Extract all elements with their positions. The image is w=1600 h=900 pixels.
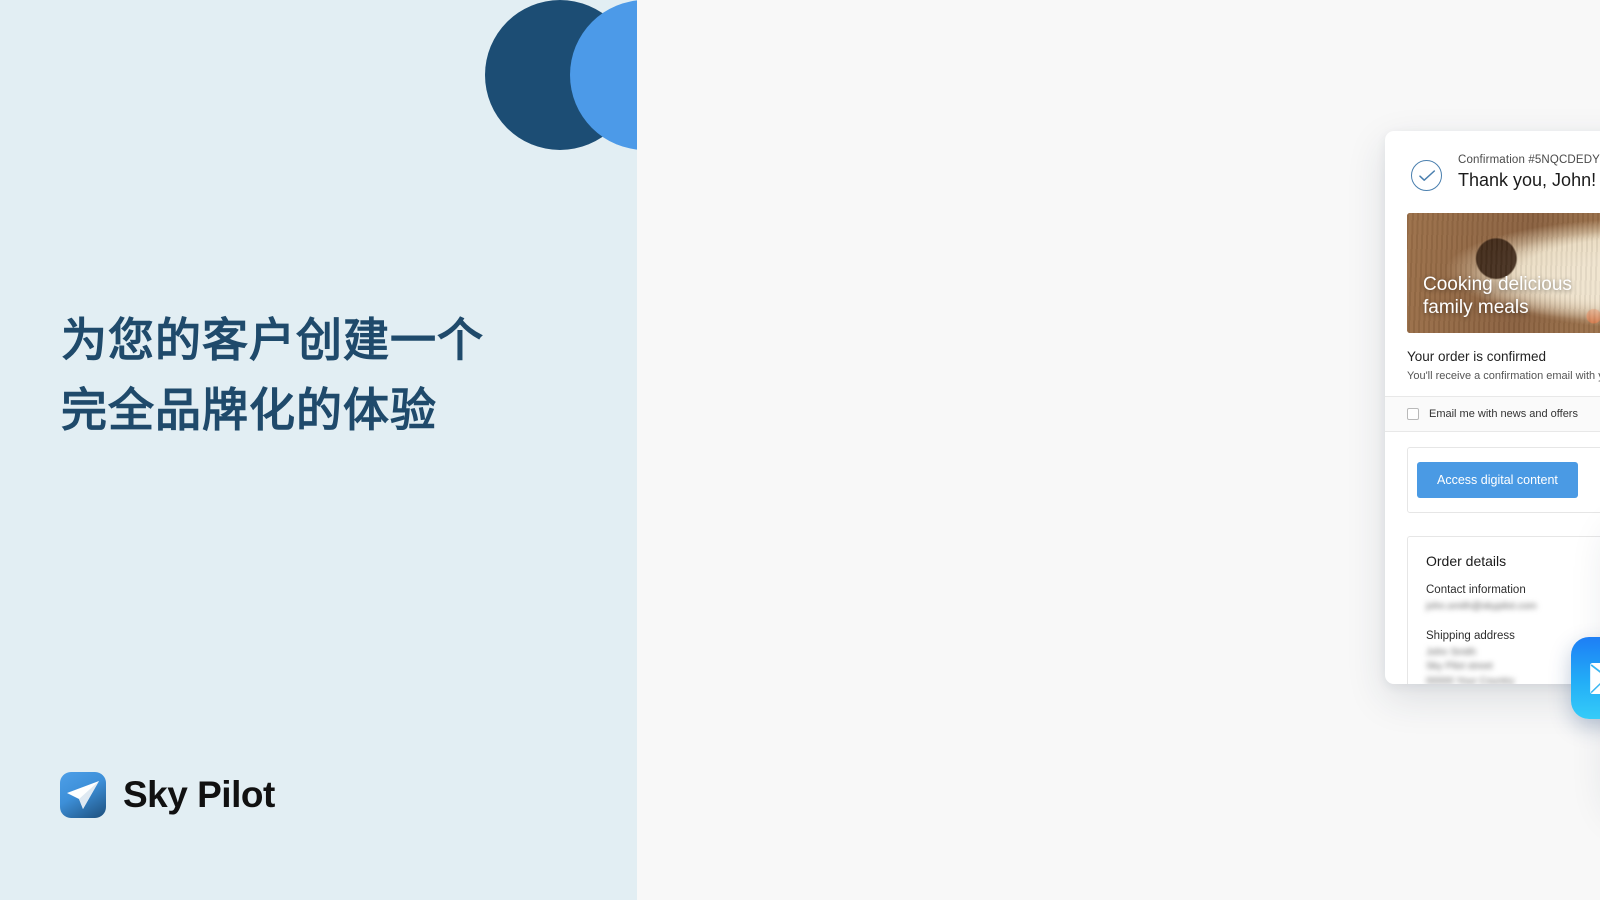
thank-you-card: Confirmation #5NQCDEDY2 Thank you, John!… (1385, 131, 1600, 684)
page-title: Thank you, John! (1458, 170, 1597, 190)
contact-information-label: Contact information (1426, 584, 1526, 596)
check-circle-icon (1411, 160, 1442, 191)
email-optin-label: Email me with news and offers (1429, 408, 1578, 420)
email-optin-checkbox[interactable] (1407, 408, 1419, 420)
access-digital-content-button[interactable]: Access digital content (1417, 462, 1578, 498)
brand-lockup: Sky Pilot (60, 772, 275, 818)
headline-line-1: 为您的客户创建一个 (61, 314, 484, 366)
thank-you-header: Confirmation #5NQCDEDY2 Thank you, John! (1385, 131, 1600, 191)
shipping-address-label: Shipping address (1426, 629, 1515, 642)
order-confirmed-block: Your order is confirmed You'll receive a… (1385, 333, 1600, 397)
hero-line-2: family meals (1423, 296, 1529, 318)
cta-block: Access digital content (1407, 447, 1600, 513)
order-confirmed-title: Your order is confirmed (1407, 349, 1547, 364)
hero-banner-text: Cooking delicious family meals (1423, 273, 1572, 319)
headline-line-2: 完全品牌化的体验 (61, 383, 437, 436)
brand-name: Sky Pilot (123, 774, 275, 815)
order-confirmed-subtitle: You'll receive a confirmation email with… (1407, 370, 1600, 382)
contact-information-value: john.smith@skypilot.com (1426, 601, 1537, 612)
hero-line-1: Cooking delicious (1423, 273, 1572, 295)
confirmation-number: Confirmation #5NQCDEDY2 (1458, 154, 1600, 166)
left-brand-panel: 为您的客户创建一个 完全品牌化的体验 Sky Pilot (0, 0, 637, 900)
hero-banner-image: Cooking delicious family meals (1407, 213, 1600, 333)
order-details-title: Order details (1426, 553, 1507, 569)
paper-plane-icon (60, 772, 106, 818)
apple-mail-icon[interactable]: 1 (1571, 637, 1600, 719)
envelope-glyph (1589, 662, 1600, 694)
email-optin-row[interactable]: Email me with news and offers (1385, 397, 1600, 432)
right-stage: Confirmation #5NQCDEDY2 Thank you, John!… (637, 0, 1600, 900)
page-headline: 为您的客户创建一个 完全品牌化的体验 (61, 306, 581, 446)
